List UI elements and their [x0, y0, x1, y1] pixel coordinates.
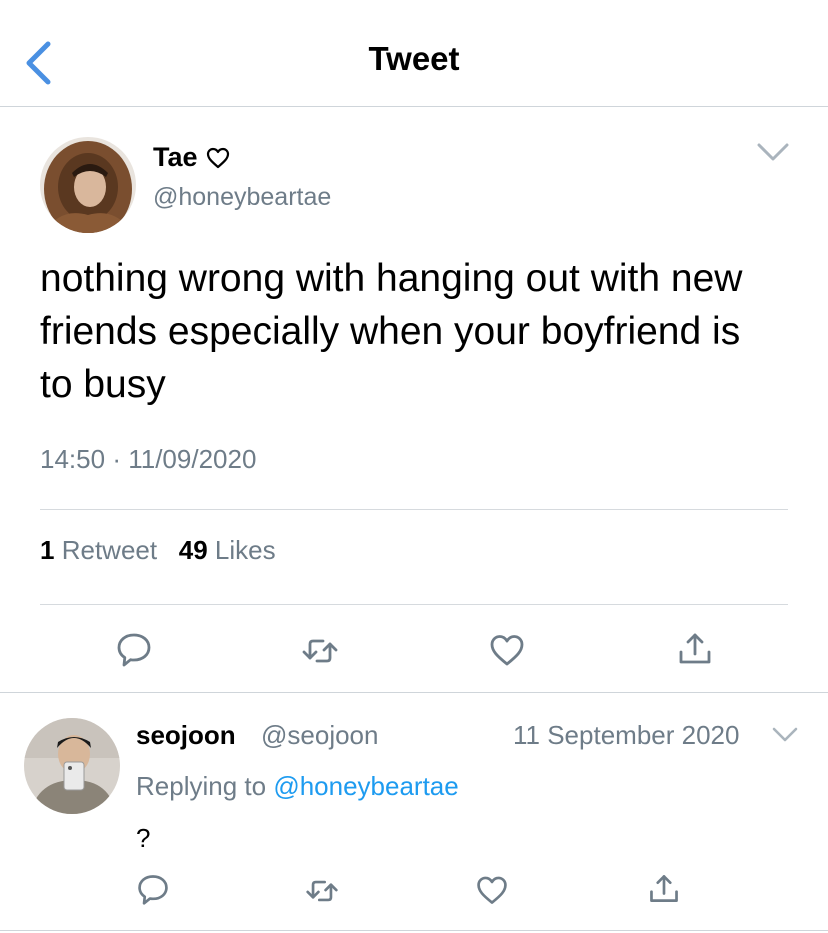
replying-to-line: Replying to @honeybeartae — [136, 771, 459, 801]
share-icon[interactable] — [676, 630, 714, 668]
tweet-divider — [0, 692, 828, 693]
bottom-divider — [0, 930, 828, 931]
reply-author-handle[interactable]: @seojoon — [261, 720, 378, 751]
author-name[interactable]: Tae — [153, 142, 230, 173]
reply-retweet-icon[interactable] — [305, 874, 339, 908]
reply-like-icon[interactable] — [475, 873, 509, 907]
reply-share-icon[interactable] — [647, 872, 681, 906]
author-handle[interactable]: @honeybeartae — [153, 183, 331, 212]
reply-avatar[interactable] — [24, 718, 120, 814]
tweet-stats: 1 Retweet 49 Likes — [40, 535, 276, 566]
retweet-icon[interactable] — [301, 632, 339, 670]
chevron-down-icon[interactable] — [756, 141, 790, 163]
avatar[interactable] — [40, 137, 136, 233]
reply-chevron-down-icon[interactable] — [772, 726, 798, 744]
like-icon[interactable] — [488, 631, 526, 669]
reply-icon[interactable] — [115, 630, 153, 668]
tweet-text: nothing wrong with hanging out with new … — [40, 257, 743, 406]
heart-outline-icon — [206, 147, 229, 168]
reply-text: ? — [136, 823, 151, 853]
reply-reply-icon[interactable] — [136, 872, 170, 906]
reply-date: 11 September 2020 — [513, 720, 740, 750]
reply-author-name[interactable]: seojoon — [136, 720, 236, 751]
tweet-timestamp: 14:50 · 11/09/2020 — [40, 444, 257, 474]
stats-divider-bottom — [40, 604, 788, 605]
header-divider — [0, 106, 828, 107]
replying-to-mention[interactable]: @honeybeartae — [273, 771, 458, 801]
retweet-stat[interactable]: 1 Retweet — [40, 535, 157, 565]
likes-stat[interactable]: 49 Likes — [179, 535, 276, 565]
page-title: Tweet — [368, 40, 460, 77]
stats-divider-top — [40, 509, 788, 510]
